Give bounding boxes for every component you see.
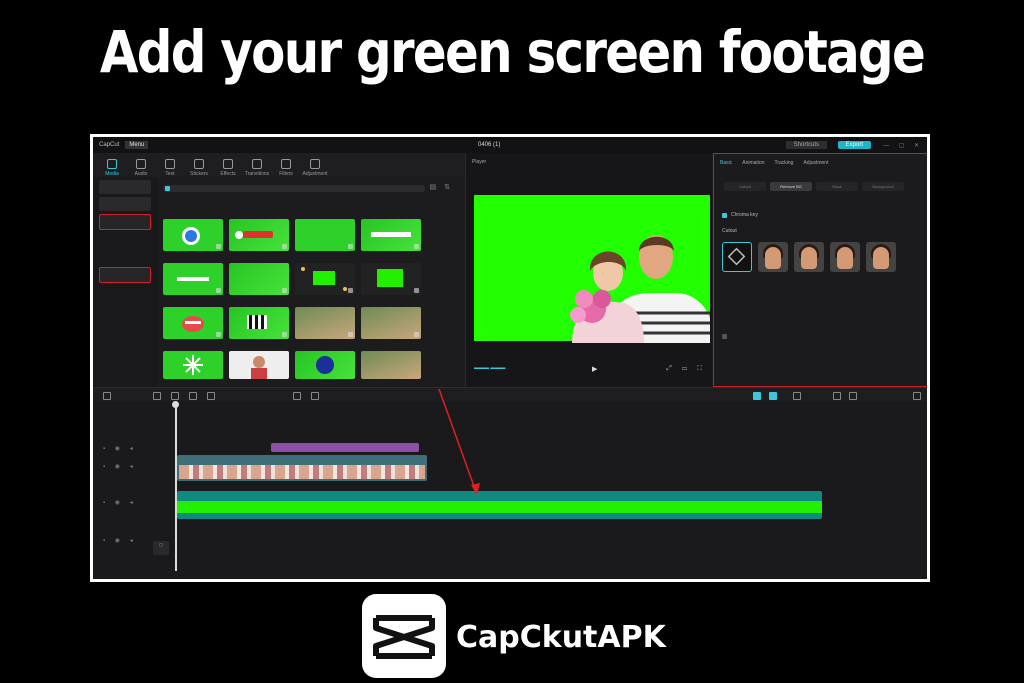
capcut-screenshot: CapCut Menu 0406 (1) Shortcuts Export — … — [90, 134, 930, 582]
brand-name: CapCkutAPK — [456, 620, 666, 655]
headline: Add your green screen footage — [99, 18, 926, 86]
capcut-logo-icon — [362, 594, 446, 678]
capcut-logo-icon — [373, 615, 435, 659]
annotation-arrow — [438, 388, 480, 495]
